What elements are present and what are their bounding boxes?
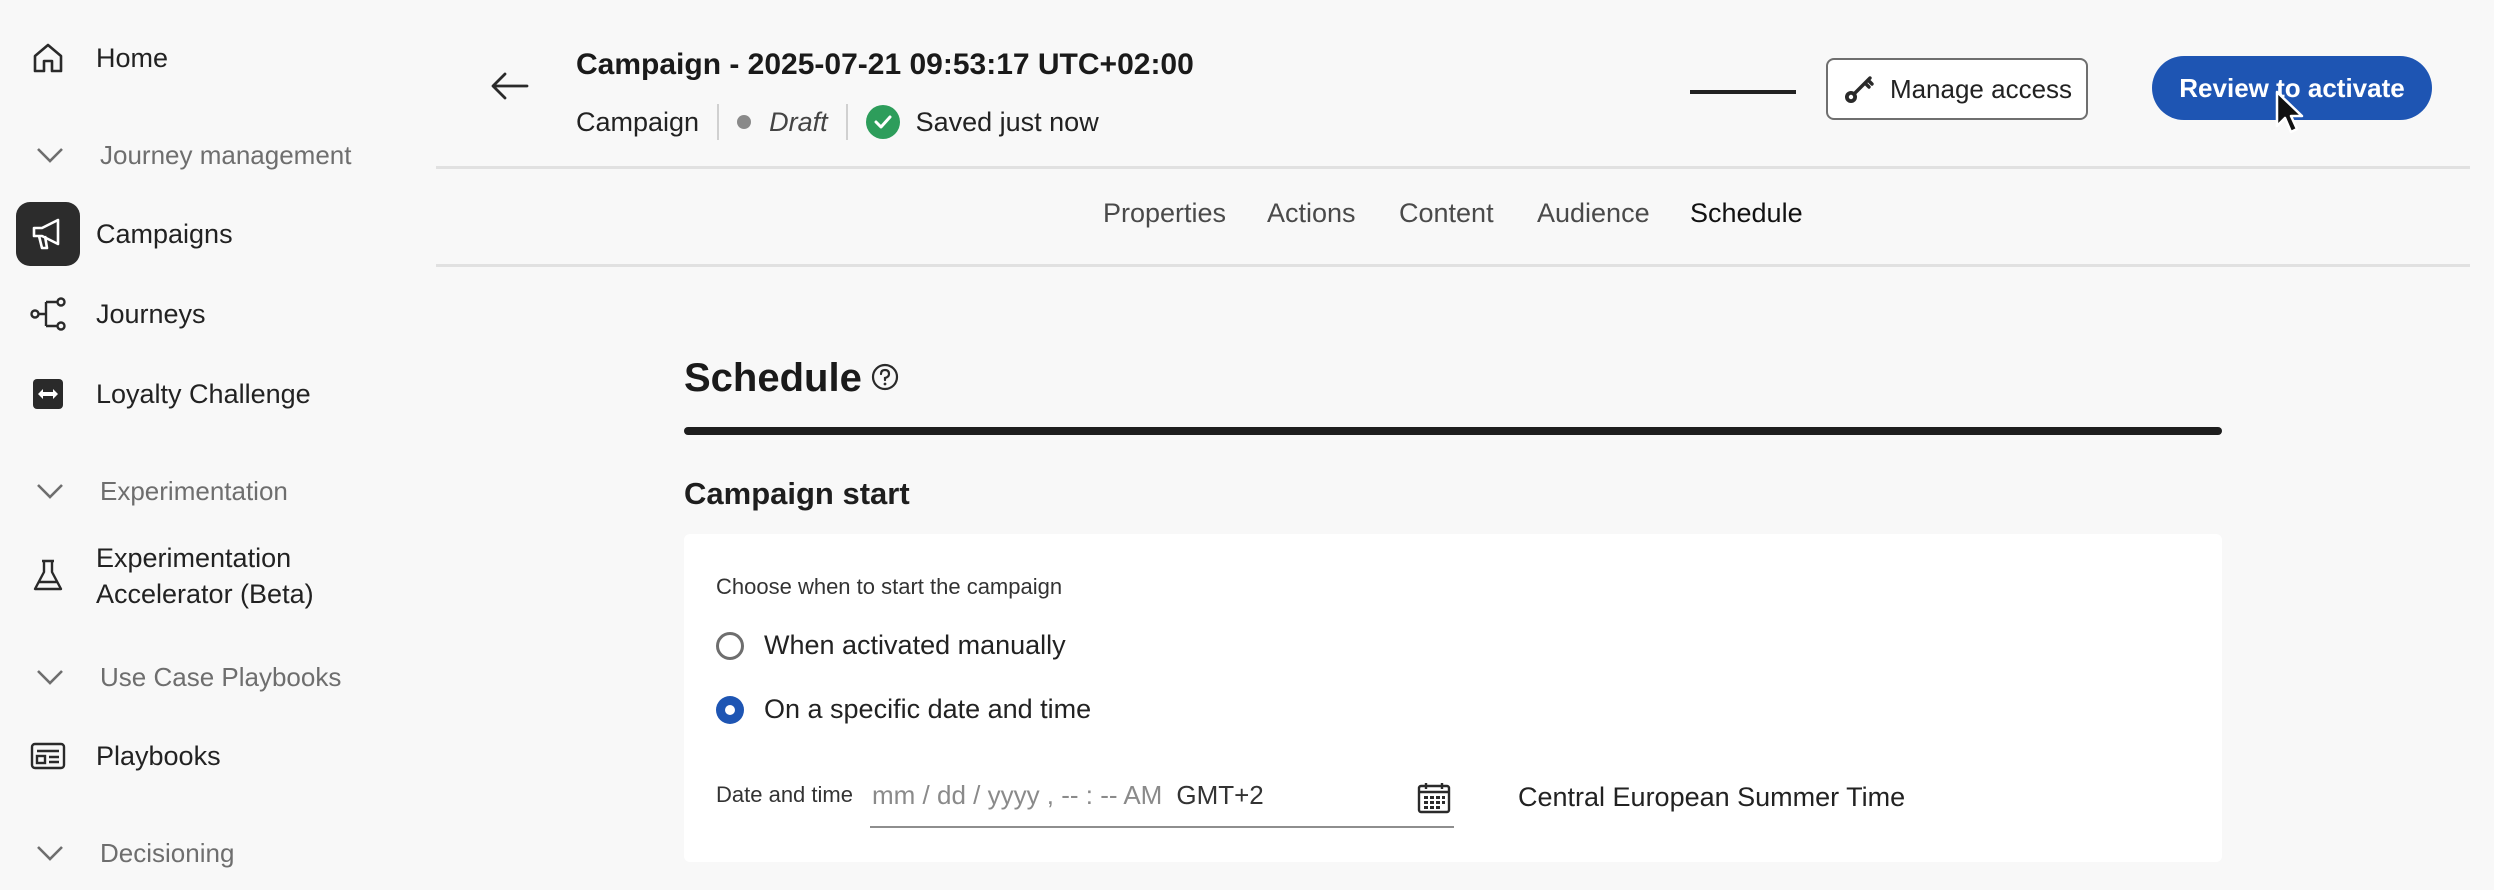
date-time-label: Date and time [716,782,853,807]
arrow-left-icon [490,71,530,106]
manage-access-button[interactable]: Manage access [1826,58,2088,120]
journey-icon [16,282,80,346]
divider [845,104,848,140]
sidebar-item-loyalty-challenge[interactable]: Loyalty Challenge [16,362,311,426]
back-button[interactable] [482,60,538,116]
radio-unchecked[interactable] [716,631,744,660]
sidebar-section-experimentation[interactable]: Experimentation [30,466,288,516]
chevron-down-icon [30,135,70,175]
radio-checked[interactable] [716,695,744,724]
tab-bar: Properties Actions Content Audience Sche… [436,170,2470,266]
chevron-down-icon [30,657,70,697]
radio-specific-date-time[interactable]: On a specific date and time [716,694,1091,725]
sidebar-item-playbooks[interactable]: Playbooks [16,724,221,788]
header-divider [436,166,2470,169]
playbook-icon [16,724,80,788]
divider [717,104,720,140]
sidebar-section-use-case-playbooks[interactable]: Use Case Playbooks [30,652,341,702]
tabs-divider [436,264,2470,267]
tab-audience[interactable]: Audience [1537,198,1650,229]
radio-activated-manually[interactable]: When activated manually [716,630,1066,661]
status-dot-icon [737,115,752,129]
sidebar-item-label: Experimentation Accelerator (Beta) [96,543,314,609]
active-tab-indicator [1690,90,1796,94]
chevron-down-icon [30,833,70,873]
sidebar-item-label: Campaigns [96,219,233,249]
section-heading: Schedule [684,356,862,400]
timezone-offset: GMT+2 [1176,779,1264,810]
sidebar-item-journeys[interactable]: Journeys [16,282,206,346]
choose-start-label: Choose when to start the campaign [716,574,1063,599]
tab-actions[interactable]: Actions [1267,198,1356,229]
timezone-name: Central European Summer Time [1518,782,1906,812]
sidebar-item-label: Home [96,43,169,73]
help-icon[interactable] [870,362,900,392]
saved-status: Saved just now [915,106,1099,137]
sidebar-item-label: Journeys [96,299,206,329]
tab-properties[interactable]: Properties [1103,198,1226,229]
sidebar-section-journey-management[interactable]: Journey management [30,130,351,180]
campaign-meta: Campaign Draft Saved just now [576,104,1099,140]
status-badge: Draft [769,106,828,137]
campaign-type: Campaign [576,106,700,137]
mouse-pointer-icon [2274,90,2304,141]
sidebar-item-campaigns[interactable]: Campaigns [16,202,233,266]
sidebar-item-label: Loyalty Challenge [96,379,311,409]
sidebar: Home Journey management Campaigns Journe… [0,0,420,890]
page-title: Campaign - 2025-07-21 09:53:17 UTC+02:00 [576,48,1194,81]
date-time-input[interactable]: mm / dd / yyyy , -- : -- AM GMT+2 [870,764,1454,828]
sidebar-section-decisioning[interactable]: Decisioning [30,828,234,878]
chevron-down-icon [30,471,70,511]
tab-content[interactable]: Content [1399,198,1494,229]
calendar-icon[interactable] [1416,781,1452,820]
tab-schedule[interactable]: Schedule [1690,198,1803,229]
flask-icon [16,544,80,608]
sidebar-item-label: Playbooks [96,741,221,771]
home-icon [16,26,80,90]
key-icon [1842,72,1876,106]
checkmark-icon [865,105,900,139]
sidebar-item-experimentation-accelerator[interactable]: Experimentation Accelerator (Beta) [16,538,314,614]
loyalty-icon [16,362,80,426]
campaign-start-card: Choose when to start the campaign When a… [684,534,2222,862]
campaign-start-heading: Campaign start [684,476,910,511]
sidebar-item-home[interactable]: Home [16,26,168,90]
megaphone-icon [16,202,80,266]
section-divider [684,427,2222,435]
date-time-placeholder: mm / dd / yyyy , -- : -- AM [872,779,1163,810]
